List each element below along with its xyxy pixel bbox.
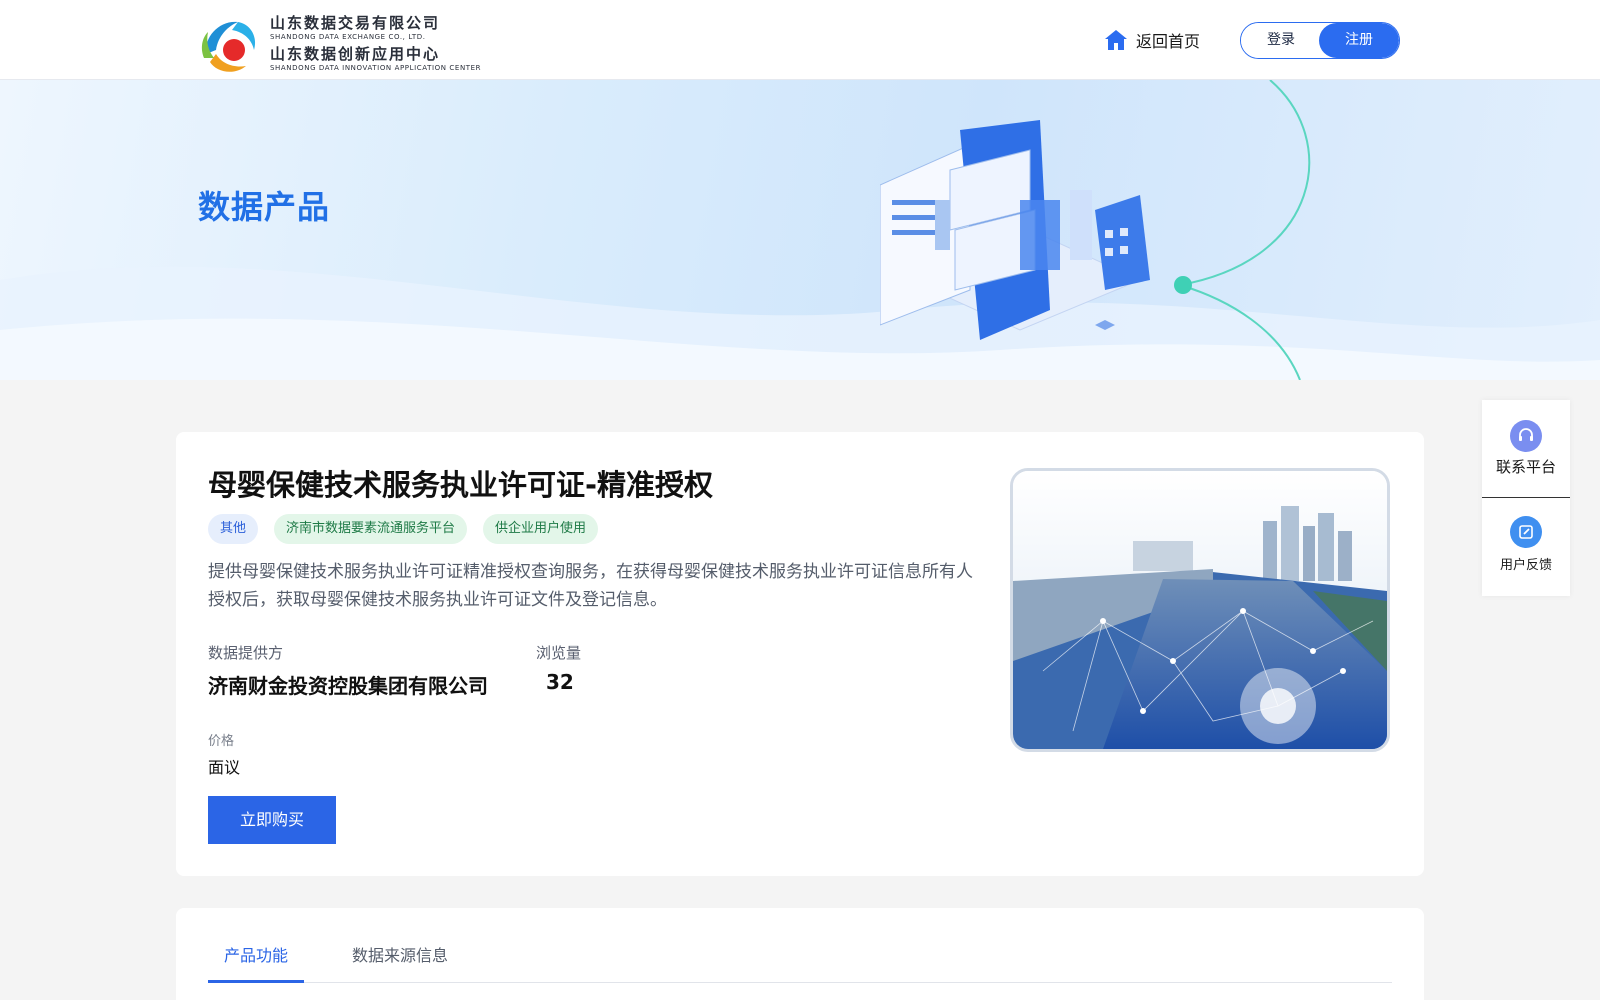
product-image [1010, 468, 1390, 752]
logo-mark-icon [201, 21, 256, 72]
logo-center-cn: 山东数据创新应用中心 [270, 45, 441, 63]
provider-value: 济南财金投资控股集团有限公司 [208, 674, 488, 698]
product-tags: 其他 济南市数据要素流通服务平台 供企业用户使用 [208, 514, 599, 544]
home-icon [1105, 30, 1127, 50]
banner-title: 数据产品 [198, 188, 331, 226]
company-logo[interactable]: 山东数据交易有限公司 SHANDONG DATA EXCHANGE CO., L… [198, 12, 482, 78]
product-description: 提供母婴保健技术服务执业许可证精准授权查询服务，在获得母婴保健技术服务执业许可证… [208, 562, 973, 610]
views-value: 32 [546, 670, 574, 694]
tab-data-source[interactable]: 数据来源信息 [352, 942, 448, 966]
banner-wave-decoration [0, 80, 1600, 380]
product-tabs-card: 产品功能 数据来源信息 [176, 908, 1424, 1000]
data-document-illustration [880, 120, 1150, 340]
edit-feedback-icon [1510, 516, 1542, 548]
login-button[interactable]: 登录 [1241, 23, 1321, 58]
auth-buttons: 登录 注册 [1240, 22, 1400, 59]
back-home-link[interactable]: 返回首页 [1104, 26, 1200, 54]
user-feedback-label: 用户反馈 [1499, 558, 1552, 573]
price-value: 面议 [208, 758, 241, 777]
tab-product-function[interactable]: 产品功能 [224, 942, 288, 966]
provider-label: 数据提供方 [208, 644, 284, 662]
product-detail-card: 母婴保健技术服务执业许可证-精准授权 其他 济南市数据要素流通服务平台 供企业用… [176, 432, 1424, 876]
logo-company-en: SHANDONG DATA EXCHANGE CO., LTD. [270, 33, 426, 41]
tag-platform: 济南市数据要素流通服务平台 [274, 514, 468, 544]
tab-divider [208, 982, 1392, 983]
headset-icon [1510, 420, 1542, 452]
back-home-label: 返回首页 [1136, 32, 1201, 51]
logo-company-cn: 山东数据交易有限公司 [270, 14, 441, 32]
side-divider [1482, 497, 1570, 498]
top-header: 山东数据交易有限公司 SHANDONG DATA EXCHANGE CO., L… [0, 0, 1600, 80]
tag-category: 其他 [208, 514, 259, 544]
side-float-widget: 联系平台 用户反馈 [1482, 400, 1570, 596]
logo-text: 山东数据交易有限公司 SHANDONG DATA EXCHANGE CO., L… [270, 14, 482, 73]
views-label: 浏览量 [536, 644, 582, 662]
active-tab-underline [208, 980, 304, 983]
tag-audience: 供企业用户使用 [483, 514, 599, 544]
page-banner: 数据产品 [0, 80, 1600, 380]
logo-center-en: SHANDONG DATA INNOVATION APPLICATION CEN… [270, 64, 482, 72]
contact-platform-button[interactable]: 联系平台 [1482, 420, 1570, 477]
user-feedback-button[interactable]: 用户反馈 [1482, 516, 1570, 573]
price-label: 价格 [208, 734, 235, 749]
contact-platform-label: 联系平台 [1495, 458, 1556, 476]
highway-network-image [1013, 471, 1387, 749]
buy-now-button[interactable]: 立即购买 [208, 796, 336, 844]
register-button[interactable]: 注册 [1319, 23, 1399, 58]
product-title: 母婴保健技术服务执业许可证-精准授权 [208, 468, 714, 502]
